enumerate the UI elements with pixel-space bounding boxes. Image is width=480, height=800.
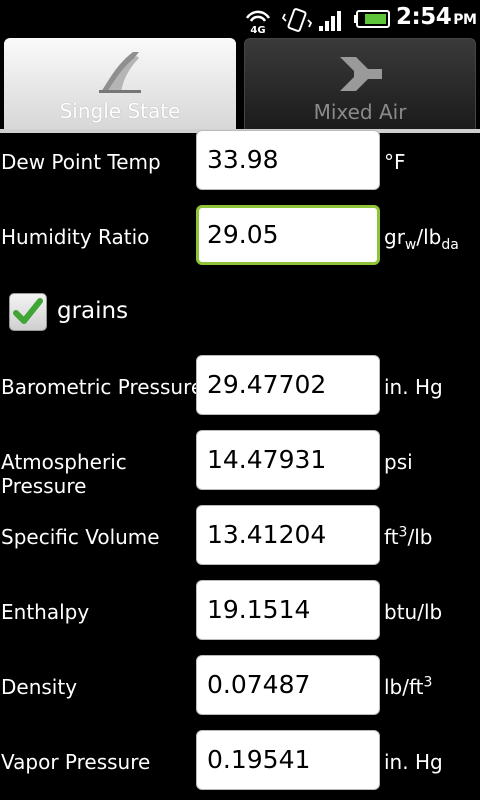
dew-point-input[interactable]: 33.98 — [196, 130, 380, 190]
dew-point-unit: °F — [384, 150, 406, 174]
density-input[interactable]: 0.07487 — [196, 655, 380, 715]
tab-mixed-air-label: Mixed Air — [313, 100, 407, 124]
barometric-pressure-label: Barometric Pressure — [1, 375, 204, 399]
humidity-ratio-unit-main: gr — [384, 225, 405, 249]
vapor-pressure-unit: in. Hg — [384, 750, 443, 774]
density-row: Density 0.07487 lb/ft3 — [0, 655, 480, 715]
tab-bar: Single State Mixed Air — [0, 38, 480, 133]
signal-strength-icon — [319, 11, 341, 31]
vapor-pressure-row: Vapor Pressure 0.19541 in. Hg — [0, 730, 480, 790]
atmospheric-pressure-label-line1: Atmospheric — [1, 450, 127, 474]
atmospheric-pressure-row: Atmospheric Pressure 14.47931 psi — [0, 430, 480, 498]
grains-checkbox[interactable] — [9, 293, 47, 331]
atmospheric-pressure-label: Atmospheric Pressure — [1, 450, 127, 498]
density-unit-sup: 3 — [423, 674, 433, 691]
atmospheric-pressure-label-line2: Pressure — [1, 474, 87, 498]
enthalpy-input[interactable]: 19.1514 — [196, 580, 380, 640]
humidity-ratio-unit-sub1: w — [404, 237, 417, 253]
density-label: Density — [1, 675, 78, 699]
specific-volume-unit-a: ft — [384, 525, 399, 549]
4g-signal-icon: 4G — [245, 10, 271, 34]
tab-mixed-air[interactable]: Mixed Air — [244, 38, 476, 130]
single-state-icon — [99, 52, 141, 93]
clock: 2:54 PM — [396, 4, 477, 30]
humidity-ratio-unit-mid: /lb — [416, 225, 442, 249]
tab-single-state-label: Single State — [59, 99, 181, 123]
vapor-pressure-label: Vapor Pressure — [1, 750, 151, 774]
barometric-pressure-row: Barometric Pressure 29.47702 in. Hg — [0, 355, 480, 415]
humidity-ratio-unit: grw/lbda — [384, 225, 459, 252]
atmospheric-pressure-input[interactable]: 14.47931 — [196, 430, 380, 490]
enthalpy-unit: btu/lb — [384, 600, 443, 624]
clock-time: 2:54 — [396, 4, 452, 30]
specific-volume-unit-b: /lb — [407, 525, 433, 549]
humidity-ratio-input[interactable]: 29.05 — [196, 205, 380, 265]
barometric-pressure-input[interactable]: 29.47702 — [196, 355, 380, 415]
dew-point-row: Dew Point Temp 33.98 °F — [0, 130, 480, 192]
checkmark-icon — [13, 298, 43, 324]
specific-volume-input[interactable]: 13.41204 — [196, 505, 380, 565]
enthalpy-row: Enthalpy 19.1514 btu/lb — [0, 580, 480, 640]
dew-point-label: Dew Point Temp — [1, 150, 161, 174]
humidity-ratio-label: Humidity Ratio — [1, 225, 150, 249]
specific-volume-row: Specific Volume 13.41204 ft3/lb — [0, 505, 480, 565]
atmospheric-pressure-unit: psi — [384, 450, 413, 474]
enthalpy-label: Enthalpy — [1, 600, 90, 624]
specific-volume-unit: ft3/lb — [384, 525, 432, 549]
status-bar: 4G 2:54 PM — [0, 0, 480, 38]
tab-single-state[interactable]: Single State — [4, 38, 236, 130]
vibrate-icon — [282, 8, 312, 32]
network-label: 4G — [250, 25, 265, 34]
humidity-ratio-row: Humidity Ratio 29.05 grw/lbda — [0, 205, 480, 265]
humidity-ratio-unit-sub2: da — [441, 237, 459, 253]
battery-icon — [354, 10, 390, 28]
barometric-pressure-unit: in. Hg — [384, 375, 443, 399]
density-unit-a: lb/ft — [384, 675, 424, 699]
mixed-air-icon — [340, 57, 382, 91]
specific-volume-label: Specific Volume — [1, 525, 160, 549]
density-unit: lb/ft3 — [384, 675, 432, 699]
vapor-pressure-input[interactable]: 0.19541 — [196, 730, 380, 790]
grains-label: grains — [57, 298, 129, 324]
clock-ampm: PM — [453, 12, 477, 28]
